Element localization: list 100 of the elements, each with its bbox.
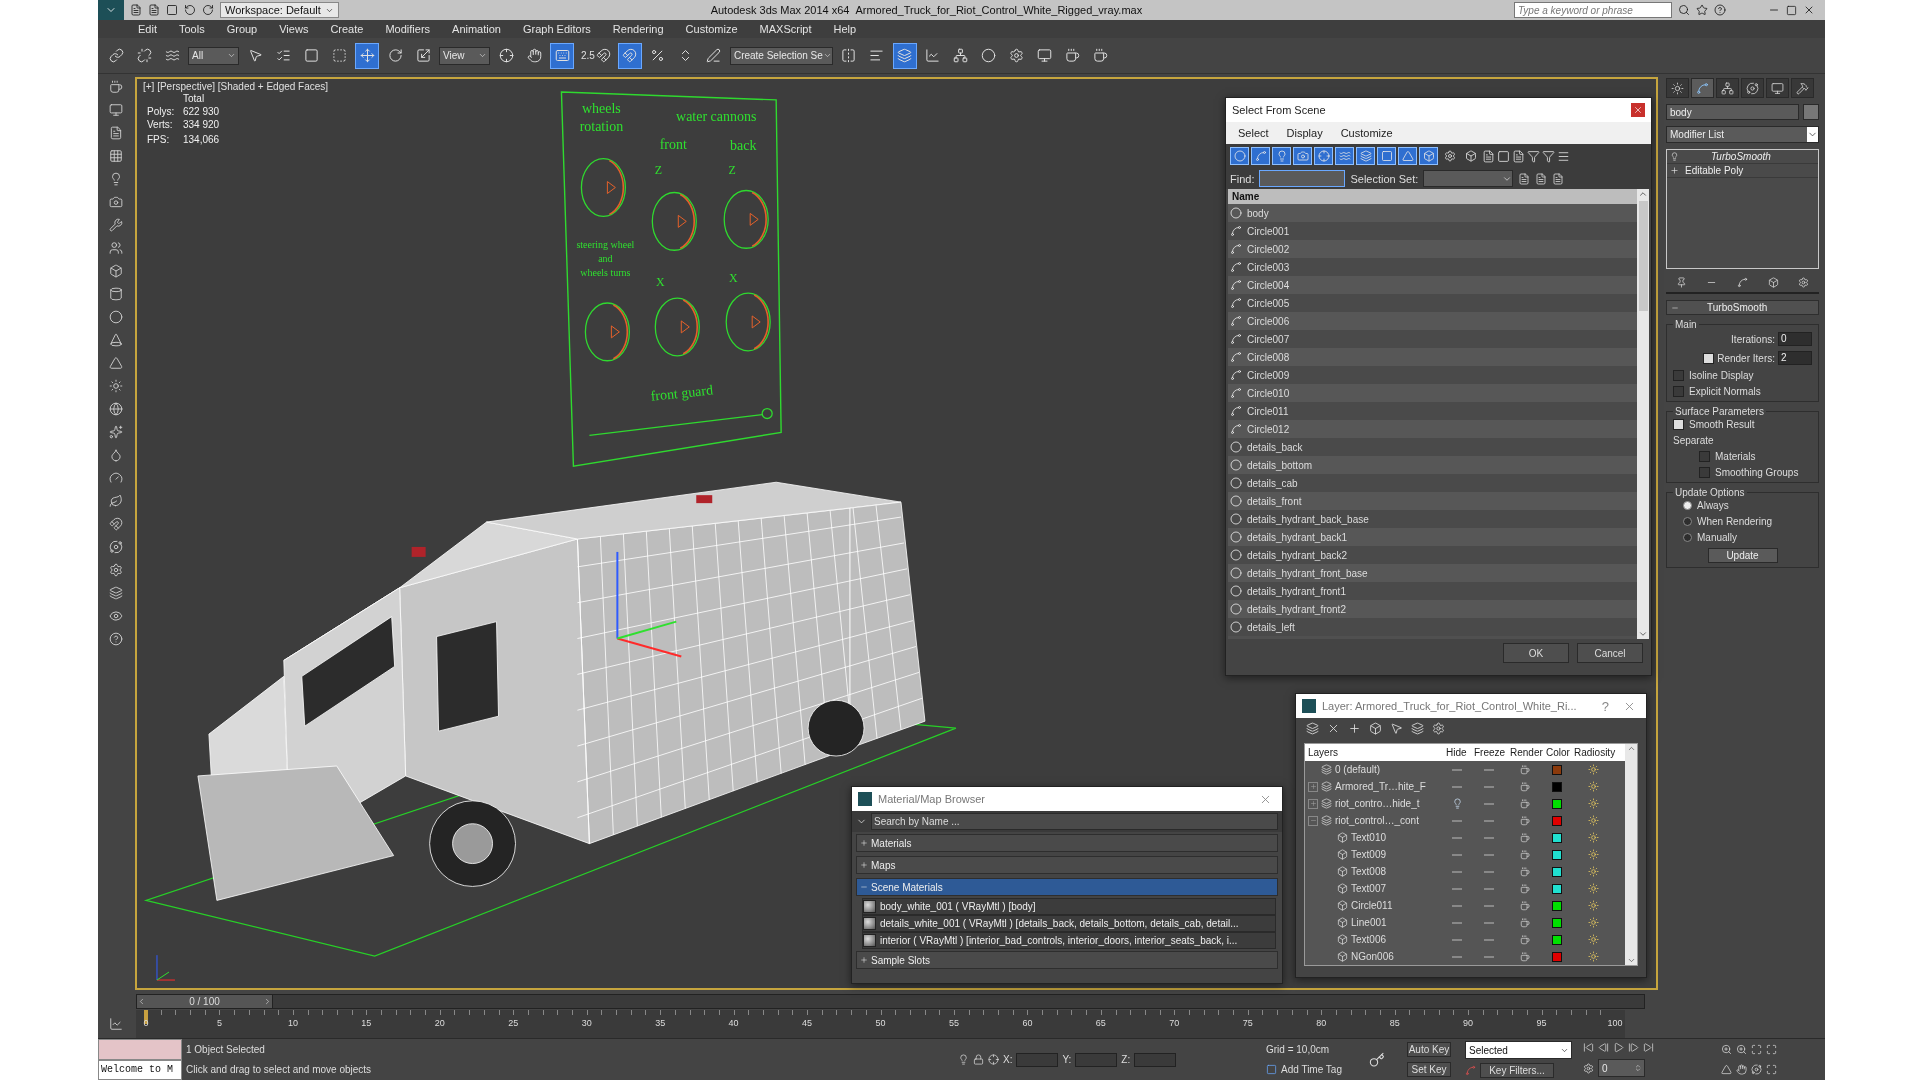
material-section[interactable]: Scene Materials xyxy=(856,878,1278,896)
column-header[interactable]: Radiosity xyxy=(1571,747,1615,758)
layer-name: Text008 xyxy=(1351,866,1387,877)
layer-row[interactable]: 0 (default) xyxy=(1305,761,1625,778)
object-row[interactable]: Circle002 xyxy=(1228,240,1637,258)
menu-item[interactable]: Help xyxy=(833,23,857,35)
set-key-button[interactable]: Set Key xyxy=(1407,1062,1451,1078)
menu-item[interactable]: MAXScript xyxy=(759,23,812,35)
object-row[interactable]: details_hydrant_back2 xyxy=(1228,546,1637,564)
menu-item[interactable]: Customize xyxy=(685,23,738,35)
object-row[interactable]: Circle006 xyxy=(1228,312,1637,330)
timeline-ruler[interactable]: 0 5 10 15 20 25 30 35 40 45 50 55 60 65 70 75 80 85 90 95 100 xyxy=(136,1010,1625,1038)
render-iters-spinner[interactable]: 2 xyxy=(1778,351,1812,365)
object-row[interactable]: Circle001 xyxy=(1228,222,1637,240)
frame-tick-label: 55 xyxy=(948,1018,959,1028)
object-row[interactable]: Circle009 xyxy=(1228,366,1637,384)
object-row[interactable]: details_hydrant_back_base xyxy=(1228,510,1637,528)
update-button[interactable]: Update xyxy=(1707,548,1778,563)
add-time-tag-link[interactable]: Add Time Tag xyxy=(1281,1064,1342,1076)
layer-row[interactable]: Line001 xyxy=(1305,914,1625,931)
object-row[interactable]: Circle010 xyxy=(1228,384,1637,402)
object-row[interactable]: details_bottom xyxy=(1228,456,1637,474)
layer-row[interactable]: Text008 xyxy=(1305,863,1625,880)
material-item[interactable]: interior ( VRayMtl ) [interior_bad_controls, interior_doors, interior_seats_back, i... xyxy=(862,932,1276,949)
iterations-spinner[interactable]: 0 xyxy=(1778,332,1812,346)
search-field[interactable]: Search by Name ... xyxy=(871,813,1278,830)
material-section[interactable]: Sample Slots xyxy=(856,951,1278,969)
material-section[interactable]: Materials xyxy=(856,834,1278,852)
cancel-button[interactable]: Cancel xyxy=(1577,643,1643,663)
menu-item[interactable]: Views xyxy=(279,23,309,35)
frame-tick-label: 30 xyxy=(581,1018,592,1028)
modifier-list-dropdown[interactable]: Modifier List xyxy=(1666,126,1819,143)
modifier-item[interactable]: Editable Poly xyxy=(1667,164,1818,178)
key-filters-button[interactable]: Key Filters... xyxy=(1480,1063,1554,1078)
object-row[interactable]: Circle004 xyxy=(1228,276,1637,294)
menu-item[interactable]: Create xyxy=(330,23,364,35)
object-row[interactable]: Circle003 xyxy=(1228,258,1637,276)
column-header[interactable]: Freeze xyxy=(1471,747,1507,758)
layer-row[interactable]: Armored_Tr…hite_F xyxy=(1305,778,1625,795)
layer-row[interactable]: riot_control…_cont xyxy=(1305,812,1625,829)
layer-row[interactable]: riot_contro…hide_t xyxy=(1305,795,1625,812)
layer-row[interactable]: Circle011 xyxy=(1305,897,1625,914)
checkbox-label: Smoothing Groups xyxy=(1715,467,1799,478)
modifier-item[interactable]: TurboSmooth xyxy=(1667,150,1818,164)
object-row[interactable]: Circle008 xyxy=(1228,348,1637,366)
front-guard-label: front guard xyxy=(649,382,714,404)
material-section[interactable]: Maps xyxy=(856,856,1278,874)
key-mode-dropdown[interactable]: Selected xyxy=(1465,1041,1572,1059)
magnet-button[interactable]: 2.5 xyxy=(578,42,614,69)
search-field[interactable]: Type a keyword or phrase xyxy=(1514,2,1672,18)
layer-row[interactable]: Text007 xyxy=(1305,880,1625,897)
object-row[interactable]: details_back xyxy=(1228,438,1637,456)
menu-item[interactable]: Customize xyxy=(1340,127,1393,139)
column-header[interactable]: Layers xyxy=(1305,747,1443,758)
rollout-header[interactable]: TurboSmooth xyxy=(1666,300,1819,315)
time-slider-thumb[interactable]: 0 / 100 xyxy=(137,995,273,1008)
layer-row[interactable]: Text006 xyxy=(1305,931,1625,948)
menu-item[interactable]: Edit xyxy=(138,23,157,35)
material-item[interactable]: body_white_001 ( VRayMtl ) [body] xyxy=(862,898,1276,915)
object-row[interactable]: details_cab xyxy=(1228,474,1637,492)
toolbar-dropdown[interactable]: View xyxy=(439,46,490,65)
object-row[interactable]: details_hydrant_back1 xyxy=(1228,528,1637,546)
object-row[interactable]: details_hydrant_front2 xyxy=(1228,600,1637,618)
menu-item[interactable]: Display xyxy=(1286,127,1323,139)
listener-prompt[interactable]: Welcome to M xyxy=(98,1060,182,1080)
object-row[interactable]: details_left xyxy=(1228,618,1637,636)
auto-key-button[interactable]: Auto Key xyxy=(1407,1041,1451,1057)
object-row[interactable]: details_hydrant_front1 xyxy=(1228,582,1637,600)
ok-button[interactable]: OK xyxy=(1503,643,1569,663)
layer-row[interactable]: Text009 xyxy=(1305,846,1625,863)
object-row[interactable]: Circle012 xyxy=(1228,420,1637,438)
menu-item[interactable]: Group xyxy=(226,23,258,35)
column-header[interactable]: Color xyxy=(1543,747,1571,758)
object-row[interactable]: Circle011 xyxy=(1228,402,1637,420)
menu-item[interactable]: Select xyxy=(1238,127,1269,139)
frame-field[interactable]: 0 xyxy=(1598,1059,1645,1077)
menu-item[interactable]: Graph Editors xyxy=(522,23,591,35)
object-row[interactable]: details_hydrant_front_base xyxy=(1228,564,1637,582)
layer-row[interactable]: NGon006 xyxy=(1305,948,1625,965)
viewport-label[interactable]: [+] [Perspective] [Shaded + Edged Faces] xyxy=(143,81,329,92)
menu-item[interactable]: Modifiers xyxy=(385,23,431,35)
object-row[interactable]: body xyxy=(1228,204,1637,222)
help-button[interactable]: ? xyxy=(1597,698,1613,714)
column-header[interactable]: Render xyxy=(1507,747,1543,758)
material-item[interactable]: details_white_001 ( VRayMtl ) [details_back, details_bottom, details_cab, detail... xyxy=(862,915,1276,932)
time-slider-track[interactable]: 0 / 100 xyxy=(136,994,1645,1009)
menu-item[interactable]: Animation xyxy=(452,23,501,35)
toolbar-dropdown[interactable]: Create Selection Se xyxy=(729,46,833,65)
layer-row[interactable]: Text010 xyxy=(1305,829,1625,846)
object-row[interactable]: Circle005 xyxy=(1228,294,1637,312)
object-row[interactable]: Circle007 xyxy=(1228,330,1637,348)
name-column-header[interactable]: Name xyxy=(1228,189,1637,204)
toolbar-dropdown[interactable]: All xyxy=(188,46,239,65)
object-row[interactable]: details_front xyxy=(1228,492,1637,510)
object-name-field[interactable]: body xyxy=(1666,104,1799,120)
layer-name: NGon006 xyxy=(1351,951,1394,962)
workspace-dropdown[interactable]: Workspace: Default xyxy=(220,2,339,18)
menu-item[interactable]: Rendering xyxy=(612,23,664,35)
column-header[interactable]: Hide xyxy=(1443,747,1471,758)
menu-item[interactable]: Tools xyxy=(178,23,205,35)
